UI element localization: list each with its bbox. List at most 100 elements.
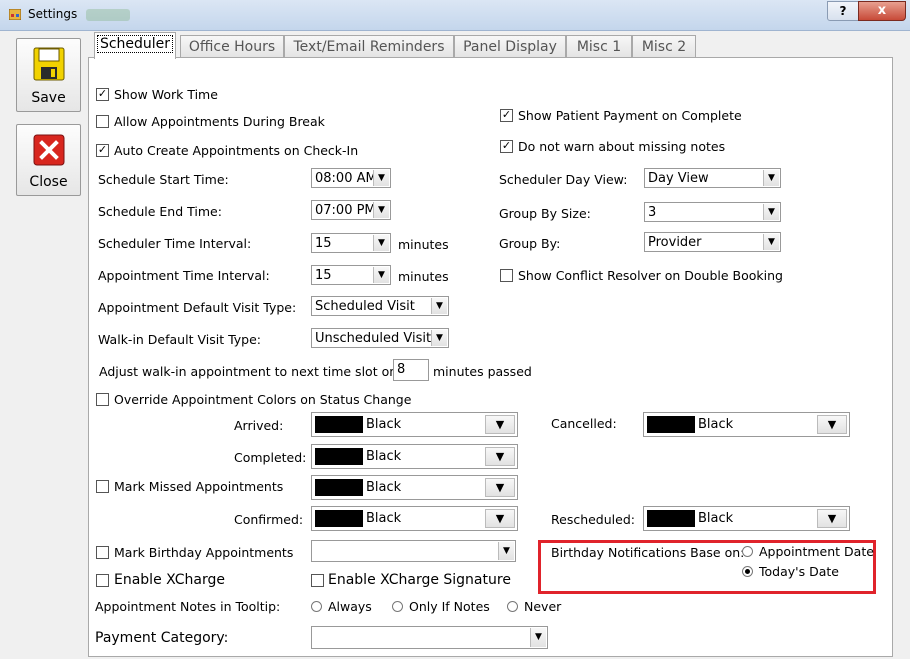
confirmed-color-value: Black <box>366 511 402 526</box>
show-patient-payment-checkbox[interactable]: ✓ <box>500 109 513 122</box>
xcharge-signature-label: Enable XCharge Signature <box>328 572 511 588</box>
tooltip-always-label: Always <box>328 599 372 614</box>
missed-color-select[interactable]: Black ▼ <box>311 475 518 500</box>
rescheduled-color-value: Black <box>698 511 734 526</box>
color-swatch <box>315 479 363 496</box>
group-size-select[interactable]: 3 ▼ <box>644 202 781 222</box>
group-size-value: 3 <box>648 205 657 220</box>
default-visit-select[interactable]: Scheduled Visit ▼ <box>311 296 449 316</box>
cancelled-label: Cancelled: <box>551 416 617 431</box>
minutes-passed-label: minutes passed <box>433 364 532 379</box>
sched-interval-value: 15 <box>315 236 332 251</box>
group-size-label: Group By Size: <box>499 206 591 221</box>
title-bar: Settings ? x <box>0 0 910 31</box>
show-work-time-label: Show Work Time <box>114 87 218 102</box>
color-swatch <box>315 510 363 527</box>
color-swatch <box>315 416 363 433</box>
default-visit-label: Appointment Default Visit Type: <box>98 300 297 315</box>
missed-color-value: Black <box>366 480 402 495</box>
adjust-walkin-input[interactable]: 8 <box>393 359 429 381</box>
completed-color-select[interactable]: Black ▼ <box>311 444 518 469</box>
end-time-select[interactable]: 07:00 PM ▼ <box>311 200 391 220</box>
mark-missed-label: Mark Missed Appointments <box>114 479 284 494</box>
rescheduled-color-select[interactable]: Black ▼ <box>643 506 850 531</box>
birthday-select[interactable]: ▼ <box>311 540 516 562</box>
adjust-walkin-label: Adjust walk-in appointment to next time … <box>99 364 398 379</box>
todays-date-label: Today's Date <box>759 564 839 579</box>
chevron-down-icon: ▼ <box>485 478 515 497</box>
walkin-visit-select[interactable]: Unscheduled Visit ▼ <box>311 328 449 348</box>
tab-scheduler[interactable]: Scheduler <box>94 32 176 59</box>
group-by-select[interactable]: Provider ▼ <box>644 232 781 252</box>
chevron-down-icon: ▼ <box>763 234 779 250</box>
appointment-date-radio[interactable] <box>742 546 753 557</box>
arrived-color-value: Black <box>366 417 402 432</box>
conflict-resolver-checkbox[interactable] <box>500 269 513 282</box>
day-view-value: Day View <box>648 171 709 186</box>
group-by-value: Provider <box>648 235 702 250</box>
tooltip-always-radio[interactable] <box>311 601 322 612</box>
start-time-value: 08:00 AM <box>315 171 377 186</box>
app-icon <box>9 9 21 20</box>
chevron-down-icon: ▼ <box>373 267 389 283</box>
allow-break-checkbox[interactable] <box>96 115 109 128</box>
payment-category-label: Payment Category: <box>95 630 229 646</box>
cancelled-color-select[interactable]: Black ▼ <box>643 412 850 437</box>
appt-interval-select[interactable]: 15 ▼ <box>311 265 391 285</box>
walkin-visit-value: Unscheduled Visit <box>315 331 432 346</box>
sched-interval-label: Scheduler Time Interval: <box>98 236 252 251</box>
tooltip-never-radio[interactable] <box>507 601 518 612</box>
cancelled-color-value: Black <box>698 417 734 432</box>
enable-xcharge-label: Enable XCharge <box>114 572 225 588</box>
mark-missed-checkbox[interactable] <box>96 480 109 493</box>
confirmed-color-select[interactable]: Black ▼ <box>311 506 518 531</box>
appt-interval-value: 15 <box>315 268 332 283</box>
rescheduled-label: Rescheduled: <box>551 512 635 527</box>
chevron-down-icon: ▼ <box>763 170 779 186</box>
color-swatch <box>315 448 363 465</box>
default-visit-value: Scheduled Visit <box>315 299 415 314</box>
allow-break-label: Allow Appointments During Break <box>114 114 325 129</box>
tab-office-hours[interactable]: Office Hours <box>180 35 284 58</box>
day-view-select[interactable]: Day View ▼ <box>644 168 781 188</box>
day-view-label: Scheduler Day View: <box>499 172 628 187</box>
enable-xcharge-checkbox[interactable] <box>96 574 109 587</box>
chevron-down-icon: ▼ <box>373 170 389 186</box>
override-colors-checkbox[interactable] <box>96 393 109 406</box>
arrived-color-select[interactable]: Black ▼ <box>311 412 518 437</box>
show-work-time-checkbox[interactable]: ✓ <box>96 88 109 101</box>
tooltip-only-if-notes-radio[interactable] <box>392 601 403 612</box>
completed-label: Completed: <box>234 450 307 465</box>
save-button[interactable]: Save <box>16 38 81 112</box>
tab-panel-display[interactable]: Panel Display <box>454 35 566 58</box>
payment-category-select[interactable]: ▼ <box>311 626 548 649</box>
window-close-button[interactable]: x <box>858 1 906 21</box>
tooltip-notes-label: Appointment Notes in Tooltip: <box>95 599 281 614</box>
chevron-down-icon: ▼ <box>431 298 447 314</box>
mark-birthday-label: Mark Birthday Appointments <box>114 545 294 560</box>
chevron-down-icon: ▼ <box>530 628 546 647</box>
minutes-label: minutes <box>398 269 449 284</box>
auto-create-checkbox[interactable]: ✓ <box>96 144 109 157</box>
chevron-down-icon: ▼ <box>485 509 515 528</box>
chevron-down-icon: ▼ <box>431 330 447 346</box>
tooltip-never-label: Never <box>524 599 562 614</box>
start-time-select[interactable]: 08:00 AM ▼ <box>311 168 391 188</box>
chevron-down-icon: ▼ <box>373 235 389 251</box>
floppy-icon <box>33 47 65 81</box>
mark-birthday-checkbox[interactable] <box>96 546 109 559</box>
help-button[interactable]: ? <box>827 1 859 21</box>
chevron-down-icon: ▼ <box>485 415 515 434</box>
sched-interval-select[interactable]: 15 ▼ <box>311 233 391 253</box>
show-patient-payment-label: Show Patient Payment on Complete <box>518 108 742 123</box>
end-time-label: Schedule End Time: <box>98 204 222 219</box>
tab-misc-2[interactable]: Misc 2 <box>632 35 696 58</box>
no-warn-notes-checkbox[interactable]: ✓ <box>500 140 513 153</box>
close-button[interactable]: Close <box>16 124 81 196</box>
todays-date-radio[interactable] <box>742 566 753 577</box>
chevron-down-icon: ▼ <box>498 542 514 560</box>
tab-text-email-reminders[interactable]: Text/Email Reminders <box>284 35 454 58</box>
xcharge-signature-checkbox[interactable] <box>311 574 324 587</box>
chevron-down-icon: ▼ <box>817 415 847 434</box>
tab-misc-1[interactable]: Misc 1 <box>566 35 632 58</box>
